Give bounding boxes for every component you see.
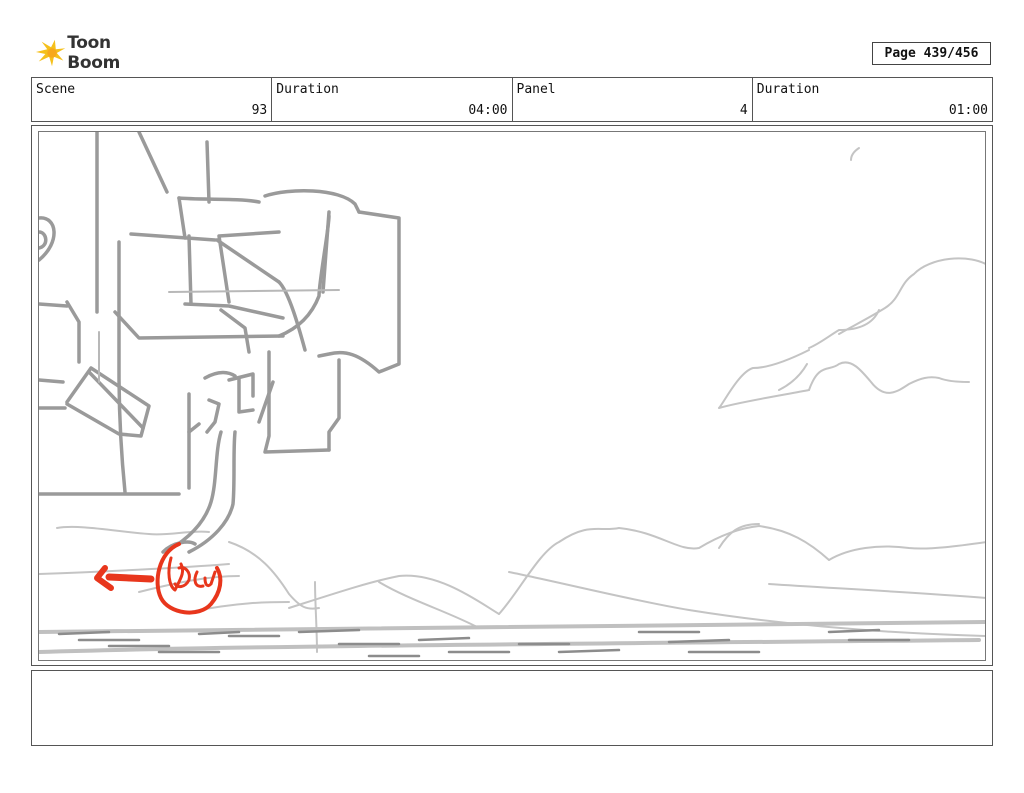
page-indicator: Page 439/456: [872, 42, 991, 65]
scene-value: 93: [251, 103, 268, 118]
panel-label: Panel: [516, 82, 556, 97]
storyboard-panel-drawing: [38, 131, 986, 661]
panel-value: 4: [739, 103, 748, 118]
scene-duration-label: Duration: [276, 82, 339, 97]
sketch-drawing: [39, 132, 985, 658]
page-label: Page 439/456: [884, 46, 979, 61]
storyboard-panel-frame: [31, 125, 993, 666]
logo-text: Toon Boom: [67, 33, 121, 73]
scene-duration-value: 04:00: [468, 103, 508, 118]
panel-duration-label: Duration: [756, 82, 820, 97]
scene-duration-cell: Duration 04:00: [272, 78, 513, 121]
logo-burst-icon: [35, 39, 66, 67]
scene-cell: Scene 93: [32, 78, 273, 121]
ground-lines: [39, 620, 985, 654]
panel-duration-value: 01:00: [948, 103, 988, 118]
toon-boom-logo: Toon Boom: [34, 33, 164, 73]
panel-notes-box: [31, 670, 993, 746]
panel-duration-cell: Duration 01:00: [753, 78, 992, 121]
panel-info-table: Scene 93 Duration 04:00 Panel 4 Duration…: [31, 77, 993, 122]
mech-sketch: [39, 132, 401, 554]
scene-label: Scene: [36, 82, 76, 97]
panel-cell: Panel 4: [513, 78, 753, 121]
cloud-sketch: [718, 147, 985, 409]
